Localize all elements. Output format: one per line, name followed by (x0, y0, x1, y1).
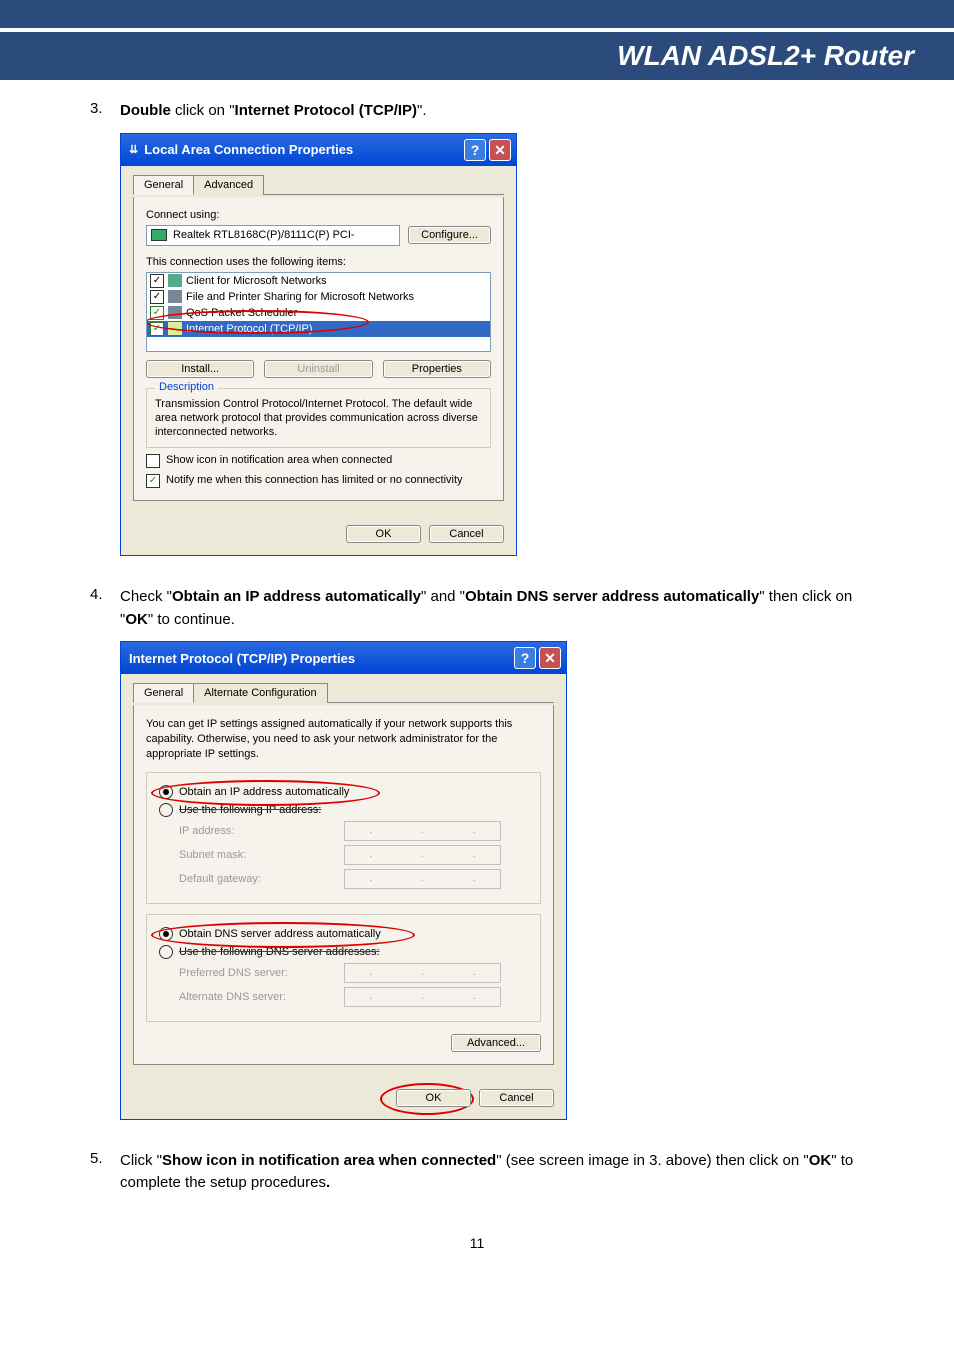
list-item: ✓ File and Printer Sharing for Microsoft… (147, 289, 490, 305)
service-icon (168, 290, 182, 303)
dialog2-tabs: General Alternate Configuration (133, 682, 554, 703)
radio-ip-auto-label: Obtain an IP address automatically (179, 786, 349, 798)
pref-dns-input: ... (344, 963, 501, 983)
list-item-selected[interactable]: ✓ Internet Protocol (TCP/IP) (147, 321, 490, 337)
list-item: ✓ QoS Packet Scheduler (147, 305, 490, 321)
uninstall-button[interactable]: Uninstall (264, 360, 372, 378)
page-number: 11 (0, 1205, 954, 1271)
description-body: Transmission Control Protocol/Internet P… (155, 397, 482, 440)
tab-alternate-config[interactable]: Alternate Configuration (193, 683, 328, 703)
close-button[interactable]: ✕ (489, 139, 511, 161)
tab-general[interactable]: General (133, 683, 194, 703)
install-button[interactable]: Install... (146, 360, 254, 378)
alt-dns-input: ... (344, 987, 501, 1007)
step-4-text: Check "Obtain an IP address automaticall… (120, 586, 884, 631)
checkbox-icon[interactable]: ✓ (150, 322, 164, 336)
tab-general[interactable]: General (133, 175, 194, 195)
dialog1-titlebar: ⇊ Local Area Connection Properties ? ✕ (121, 134, 516, 166)
help-button[interactable]: ? (464, 139, 486, 161)
show-icon-label: Show icon in notification area when conn… (166, 454, 392, 466)
radio-dns-auto-label: Obtain DNS server address automatically (179, 928, 381, 940)
close-button[interactable]: ✕ (539, 647, 561, 669)
dialog1-title: Local Area Connection Properties (144, 142, 461, 157)
notify-label: Notify me when this connection has limit… (166, 474, 463, 486)
dialog2-title: Internet Protocol (TCP/IP) Properties (129, 651, 511, 666)
gateway-input: ... (344, 869, 501, 889)
subnet-input: ... (344, 845, 501, 865)
items-listbox[interactable]: ✓ Client for Microsoft Networks ✓ File a… (146, 272, 491, 352)
radio-dns-auto[interactable] (159, 927, 173, 941)
subnet-label: Subnet mask: (179, 849, 344, 861)
radio-ip-manual[interactable] (159, 803, 173, 817)
step-5-text: Click "Show icon in notification area wh… (120, 1150, 884, 1195)
cancel-button[interactable]: Cancel (429, 525, 504, 543)
step-3-text: Double click on "Internet Protocol (TCP/… (120, 100, 884, 123)
step-5-num: 5. (90, 1150, 120, 1195)
dialog2-titlebar: Internet Protocol (TCP/IP) Properties ? … (121, 642, 566, 674)
notify-checkbox[interactable]: ✓ (146, 474, 160, 488)
description-title: Description (155, 381, 218, 393)
adapter-field: Realtek RTL8168C(P)/8111C(P) PCI- (146, 225, 400, 246)
dialog2-intro: You can get IP settings assigned automat… (146, 717, 541, 762)
client-icon (168, 274, 182, 287)
nic-icon (151, 229, 167, 241)
uses-label: This connection uses the following items… (146, 256, 491, 268)
step-3-num: 3. (90, 100, 120, 123)
ip-address-input: ... (344, 821, 501, 841)
ok-button[interactable]: OK (396, 1089, 471, 1107)
dialog1-tabs: General Advanced (133, 174, 504, 195)
local-area-connection-dialog: ⇊ Local Area Connection Properties ? ✕ G… (120, 133, 517, 557)
help-button[interactable]: ? (514, 647, 536, 669)
cancel-button[interactable]: Cancel (479, 1089, 554, 1107)
tcpip-properties-dialog: Internet Protocol (TCP/IP) Properties ? … (120, 641, 567, 1120)
connect-using-label: Connect using: (146, 209, 491, 221)
description-group: Description Transmission Control Protoco… (146, 388, 491, 449)
gateway-label: Default gateway: (179, 873, 344, 885)
radio-ip-manual-label: Use the following IP address: (179, 804, 321, 816)
advanced-button[interactable]: Advanced... (451, 1034, 541, 1052)
list-item: ✓ Client for Microsoft Networks (147, 273, 490, 289)
tab-advanced[interactable]: Advanced (193, 175, 264, 195)
radio-ip-auto[interactable] (159, 785, 173, 799)
radio-dns-manual-label: Use the following DNS server addresses: (179, 946, 380, 958)
configure-button[interactable]: Configure... (408, 226, 491, 244)
radio-dns-manual[interactable] (159, 945, 173, 959)
ok-button[interactable]: OK (346, 525, 421, 543)
show-icon-checkbox[interactable] (146, 454, 160, 468)
ip-address-label: IP address: (179, 825, 344, 837)
top-blue-bar (0, 0, 954, 28)
service-icon (168, 306, 182, 319)
checkbox-icon[interactable]: ✓ (150, 274, 164, 288)
connection-icon: ⇊ (129, 143, 138, 156)
header-title: WLAN ADSL2+ Router (617, 40, 914, 71)
pref-dns-label: Preferred DNS server: (179, 967, 344, 979)
properties-button[interactable]: Properties (383, 360, 491, 378)
checkbox-icon[interactable]: ✓ (150, 306, 164, 320)
step-4-num: 4. (90, 586, 120, 631)
alt-dns-label: Alternate DNS server: (179, 991, 344, 1003)
page-header: WLAN ADSL2+ Router (0, 28, 954, 80)
checkbox-icon[interactable]: ✓ (150, 290, 164, 304)
protocol-icon (168, 322, 182, 335)
